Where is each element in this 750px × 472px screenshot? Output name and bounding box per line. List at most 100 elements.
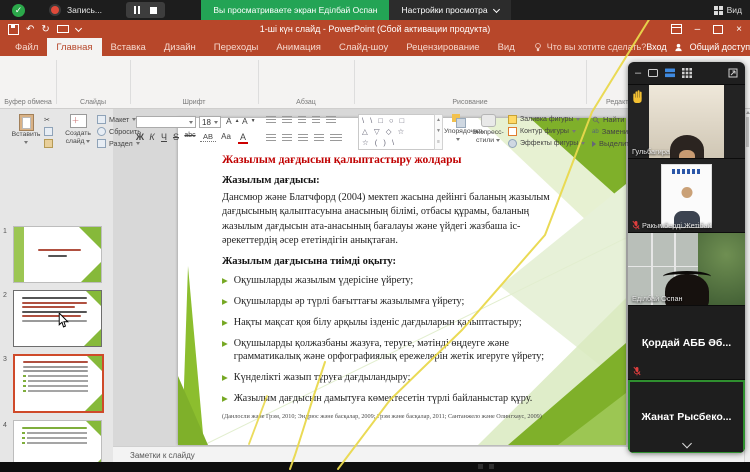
tab-file[interactable]: Файл	[6, 38, 47, 56]
bullet-triangle-icon: ▶	[222, 392, 228, 406]
increase-font-button[interactable]: A▲	[226, 116, 240, 126]
tab-design[interactable]: Дизайн	[155, 38, 205, 56]
bullet-list-icon[interactable]	[266, 116, 276, 124]
speaker-view-icon[interactable]	[648, 68, 658, 78]
participant-name-row: Ракымберді Жетібай	[632, 220, 712, 230]
arrange-dropdown-icon	[456, 138, 460, 141]
section-label: Раздел	[109, 139, 133, 148]
align-right-icon[interactable]	[298, 134, 308, 142]
slide-canvas[interactable]: Жазылым дағдысын қалыптастыру жолдары Жа…	[178, 118, 626, 445]
taskbar-dot	[478, 464, 483, 469]
change-case-button[interactable]: Аа	[218, 132, 234, 141]
list-buttons	[266, 116, 336, 124]
tab-view[interactable]: Вид	[489, 38, 524, 56]
tab-transitions[interactable]: Переходы	[205, 38, 268, 56]
shape-outline-button[interactable]: Контур фигуры	[508, 127, 576, 136]
bottom-strip	[0, 462, 750, 472]
find-button[interactable]: Найти	[592, 115, 624, 124]
ribbon-options-icon[interactable]	[671, 24, 682, 34]
shapes-gallery[interactable]: \ \ □ ○ □△ ▽ ◇ ☆☆ ( ) \	[358, 114, 437, 150]
format-painter-button[interactable]	[44, 139, 53, 148]
slide-number: 2	[3, 292, 7, 299]
copy-button[interactable]	[44, 127, 53, 136]
arrange-button[interactable]: Упорядочить	[444, 114, 472, 145]
minimize-panel-icon[interactable]: –	[635, 68, 641, 78]
redo-icon[interactable]: ↻	[41, 24, 49, 35]
paste-button[interactable]: Вставить	[6, 114, 46, 148]
account-area: Вход Общий доступ	[646, 38, 750, 56]
tab-home[interactable]: Главная	[47, 38, 101, 56]
justify-icon[interactable]	[314, 134, 324, 142]
line-spacing-icon[interactable]	[326, 116, 336, 124]
shape-fill-button[interactable]: Заливка фигуры	[508, 115, 580, 124]
pause-recording-button[interactable]	[134, 6, 140, 14]
share-button[interactable]: Общий доступ	[690, 42, 750, 52]
meeting-info-shield-icon[interactable]: ✓	[12, 4, 25, 17]
decrease-indent-icon[interactable]	[298, 116, 306, 124]
bold-button[interactable]: Ж	[134, 132, 146, 142]
strip-view-icon-active[interactable]	[665, 68, 675, 78]
video-tile-gulbagira[interactable]: Гульбагира	[628, 84, 745, 159]
italic-button[interactable]: К	[146, 132, 158, 142]
slide-thumbnail-3-selected[interactable]	[13, 354, 104, 413]
scrollbar-thumb[interactable]	[746, 117, 749, 147]
align-center-icon[interactable]	[282, 134, 292, 142]
bullet-triangle-icon: ▶	[222, 274, 228, 288]
layout-button[interactable]: Макет	[97, 115, 136, 124]
save-icon[interactable]	[8, 24, 19, 35]
view-button[interactable]: Вид	[714, 5, 742, 15]
columns-icon[interactable]	[330, 134, 342, 142]
underline-button[interactable]: Ч	[158, 132, 170, 142]
shadow-button[interactable]: abc	[182, 132, 198, 139]
paste-dropdown-icon	[24, 141, 28, 144]
view-options-button[interactable]: Настройки просмотра	[389, 0, 510, 20]
tab-animations[interactable]: Анимация	[267, 38, 330, 56]
char-spacing-button[interactable]: АВ	[200, 132, 216, 142]
new-slide-icon: ＋	[70, 114, 87, 128]
tab-review[interactable]: Рецензирование	[397, 38, 488, 56]
gallery-view-icon[interactable]	[682, 68, 692, 78]
cut-button[interactable]: ✂	[44, 115, 50, 124]
slide-paragraph: Дансмюр және Блатчфорд (2004) мектеп жас…	[222, 191, 566, 249]
strikethrough-button[interactable]: S	[170, 132, 182, 142]
video-tile-edilbai[interactable]: Еділбай Оспан	[628, 232, 745, 306]
increase-indent-icon[interactable]	[312, 116, 320, 124]
bullet-triangle-icon: ▶	[222, 295, 228, 309]
video-tile-rakymberdi[interactable]: Ракымберді Жетібай	[628, 158, 745, 233]
close-button[interactable]: ×	[736, 24, 742, 35]
new-slide-button[interactable]: ＋ Создать слайд	[60, 114, 96, 147]
restore-button[interactable]	[713, 25, 723, 34]
recording-controls	[126, 2, 165, 18]
video-tile-qorday[interactable]: Қордай АББ Әб...	[628, 305, 745, 380]
undo-icon[interactable]: ↶	[26, 24, 34, 35]
qat-dropdown-icon[interactable]	[75, 24, 82, 31]
clipboard-icon	[19, 114, 34, 131]
scroll-up-icon[interactable]	[746, 111, 750, 114]
shapes-scrollbar[interactable]: ▲▼≡	[434, 114, 443, 150]
editor-scrollbar[interactable]	[745, 108, 750, 462]
sign-in-button[interactable]: Вход	[646, 42, 666, 52]
slide-thumbnail-1[interactable]	[13, 226, 102, 283]
tab-insert[interactable]: Вставка	[102, 38, 155, 56]
font-name-input[interactable]	[136, 116, 196, 128]
participant-name: Жанат Рысбеко...	[628, 411, 745, 423]
muted-mic-icon	[632, 220, 640, 230]
paste-label: Вставить	[12, 131, 41, 138]
font-size-input[interactable]: 18	[199, 116, 221, 128]
font-color-button[interactable]: А	[238, 132, 248, 144]
exit-fullscreen-icon[interactable]	[728, 68, 738, 78]
slideshow-icon[interactable]	[57, 25, 69, 33]
video-feed	[661, 164, 712, 228]
align-left-icon[interactable]	[266, 134, 276, 142]
minimize-button[interactable]: –	[695, 24, 701, 35]
tell-me-box[interactable]: Что вы хотите сделать?	[534, 38, 647, 56]
stop-recording-button[interactable]	[150, 7, 157, 14]
numbered-list-icon[interactable]	[282, 116, 292, 124]
shape-effects-button[interactable]: Эффекты фигуры	[508, 139, 585, 148]
quick-styles-button[interactable]: Экспресс-стили	[472, 114, 504, 146]
select-cursor-icon	[592, 141, 596, 147]
quick-access-toolbar: ↶ ↻	[8, 24, 81, 35]
tab-slideshow[interactable]: Слайд-шоу	[330, 38, 397, 56]
decrease-font-button[interactable]: A▼	[242, 116, 256, 126]
raised-hand-icon	[632, 89, 645, 103]
